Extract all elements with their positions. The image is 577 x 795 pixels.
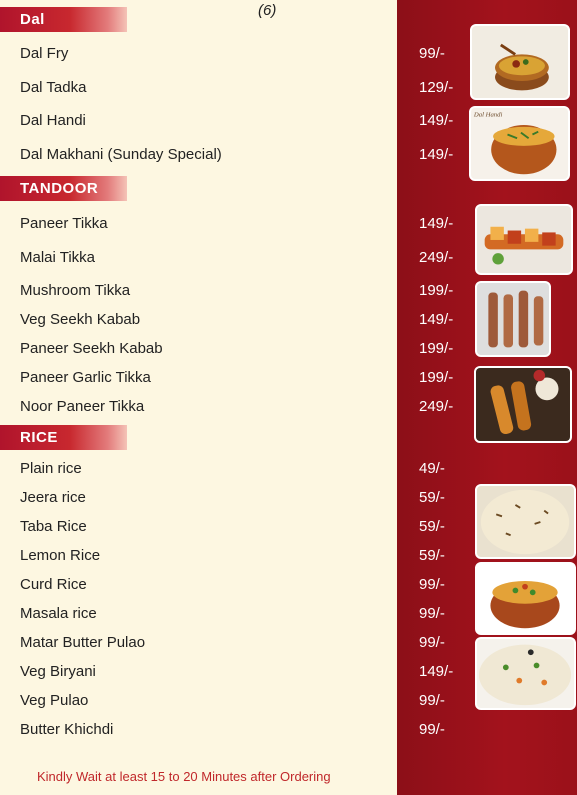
menu-item-plain-rice: Plain rice bbox=[20, 460, 82, 477]
menu-item-masala-rice: Masala rice bbox=[20, 605, 97, 622]
menu-price-plain-rice: 49/- bbox=[419, 460, 445, 477]
menu-price-malai-tikka: 249/- bbox=[419, 249, 454, 266]
menu-price-masala-rice: 99/- bbox=[419, 605, 445, 622]
menu-item-dal-handi: Dal Handi bbox=[20, 112, 86, 129]
menu-item-veg-seekh-kabab: Veg Seekh Kabab bbox=[20, 311, 141, 328]
menu-price-veg-pulao: 99/- bbox=[419, 692, 445, 709]
dal-handi-caption: Dal Handi bbox=[473, 112, 503, 119]
menu-item-dal-makhani: Dal Makhani (Sunday Special) bbox=[20, 146, 222, 163]
menu-item-paneer-garlic-tikka: Paneer Garlic Tikka bbox=[20, 369, 151, 386]
section-header-tandoor: TANDOOR bbox=[0, 176, 127, 201]
section-header-rice: RICE bbox=[0, 425, 127, 450]
footer-note: Kindly Wait at least 15 to 20 Minutes af… bbox=[37, 769, 331, 784]
masala-rice-photo bbox=[475, 562, 576, 635]
menu-price-butter-khichdi: 99/- bbox=[419, 721, 445, 738]
menu-price-noor-paneer-tikka: 249/- bbox=[419, 398, 454, 415]
menu-price-paneer-garlic-tikka: 199/- bbox=[419, 369, 454, 386]
menu-page: (6) Dal Dal Fry 99/- Dal Tadka 129/- Dal… bbox=[0, 0, 577, 795]
menu-item-taba-rice: Taba Rice bbox=[20, 518, 87, 535]
dal-fry-photo bbox=[470, 24, 570, 100]
menu-price-matar-butter-pulao: 99/- bbox=[419, 634, 445, 651]
menu-price-dal-fry: 99/- bbox=[419, 45, 445, 62]
menu-price-paneer-tikka: 149/- bbox=[419, 215, 454, 232]
menu-item-lemon-rice: Lemon Rice bbox=[20, 547, 101, 564]
menu-item-noor-paneer-tikka: Noor Paneer Tikka bbox=[20, 398, 145, 415]
garlic-tikka-photo bbox=[474, 366, 572, 443]
page-number: (6) bbox=[258, 2, 277, 19]
menu-price-dal-tadka: 129/- bbox=[419, 79, 454, 96]
menu-price-dal-makhani: 149/- bbox=[419, 146, 454, 163]
menu-price-mushroom-tikka: 199/- bbox=[419, 282, 454, 299]
menu-price-jeera-rice: 59/- bbox=[419, 489, 445, 506]
menu-price-taba-rice: 59/- bbox=[419, 518, 445, 535]
menu-item-dal-tadka: Dal Tadka bbox=[20, 79, 87, 96]
menu-item-matar-butter-pulao: Matar Butter Pulao bbox=[20, 634, 146, 651]
menu-price-curd-rice: 99/- bbox=[419, 576, 445, 593]
menu-price-paneer-seekh-kabab: 199/- bbox=[419, 340, 454, 357]
menu-item-veg-pulao: Veg Pulao bbox=[20, 692, 89, 709]
section-header-dal: Dal bbox=[0, 7, 127, 32]
seekh-kabab-photo bbox=[475, 281, 551, 357]
menu-item-butter-khichdi: Butter Khichdi bbox=[20, 721, 114, 738]
menu-item-paneer-tikka: Paneer Tikka bbox=[20, 215, 108, 232]
veg-pulao-photo bbox=[475, 637, 576, 710]
menu-item-paneer-seekh-kabab: Paneer Seekh Kabab bbox=[20, 340, 163, 357]
menu-price-veg-biryani: 149/- bbox=[419, 663, 454, 680]
menu-price-veg-seekh-kabab: 149/- bbox=[419, 311, 454, 328]
menu-item-mushroom-tikka: Mushroom Tikka bbox=[20, 282, 131, 299]
menu-price-lemon-rice: 59/- bbox=[419, 547, 445, 564]
menu-item-dal-fry: Dal Fry bbox=[20, 45, 69, 62]
menu-item-jeera-rice: Jeera rice bbox=[20, 489, 86, 506]
paneer-tikka-photo bbox=[475, 204, 573, 275]
menu-item-curd-rice: Curd Rice bbox=[20, 576, 87, 593]
menu-item-malai-tikka: Malai Tikka bbox=[20, 249, 96, 266]
jeera-rice-photo bbox=[475, 484, 576, 559]
dal-handi-photo: Dal Handi bbox=[469, 106, 570, 181]
menu-item-veg-biryani: Veg Biryani bbox=[20, 663, 96, 680]
menu-price-dal-handi: 149/- bbox=[419, 112, 454, 129]
